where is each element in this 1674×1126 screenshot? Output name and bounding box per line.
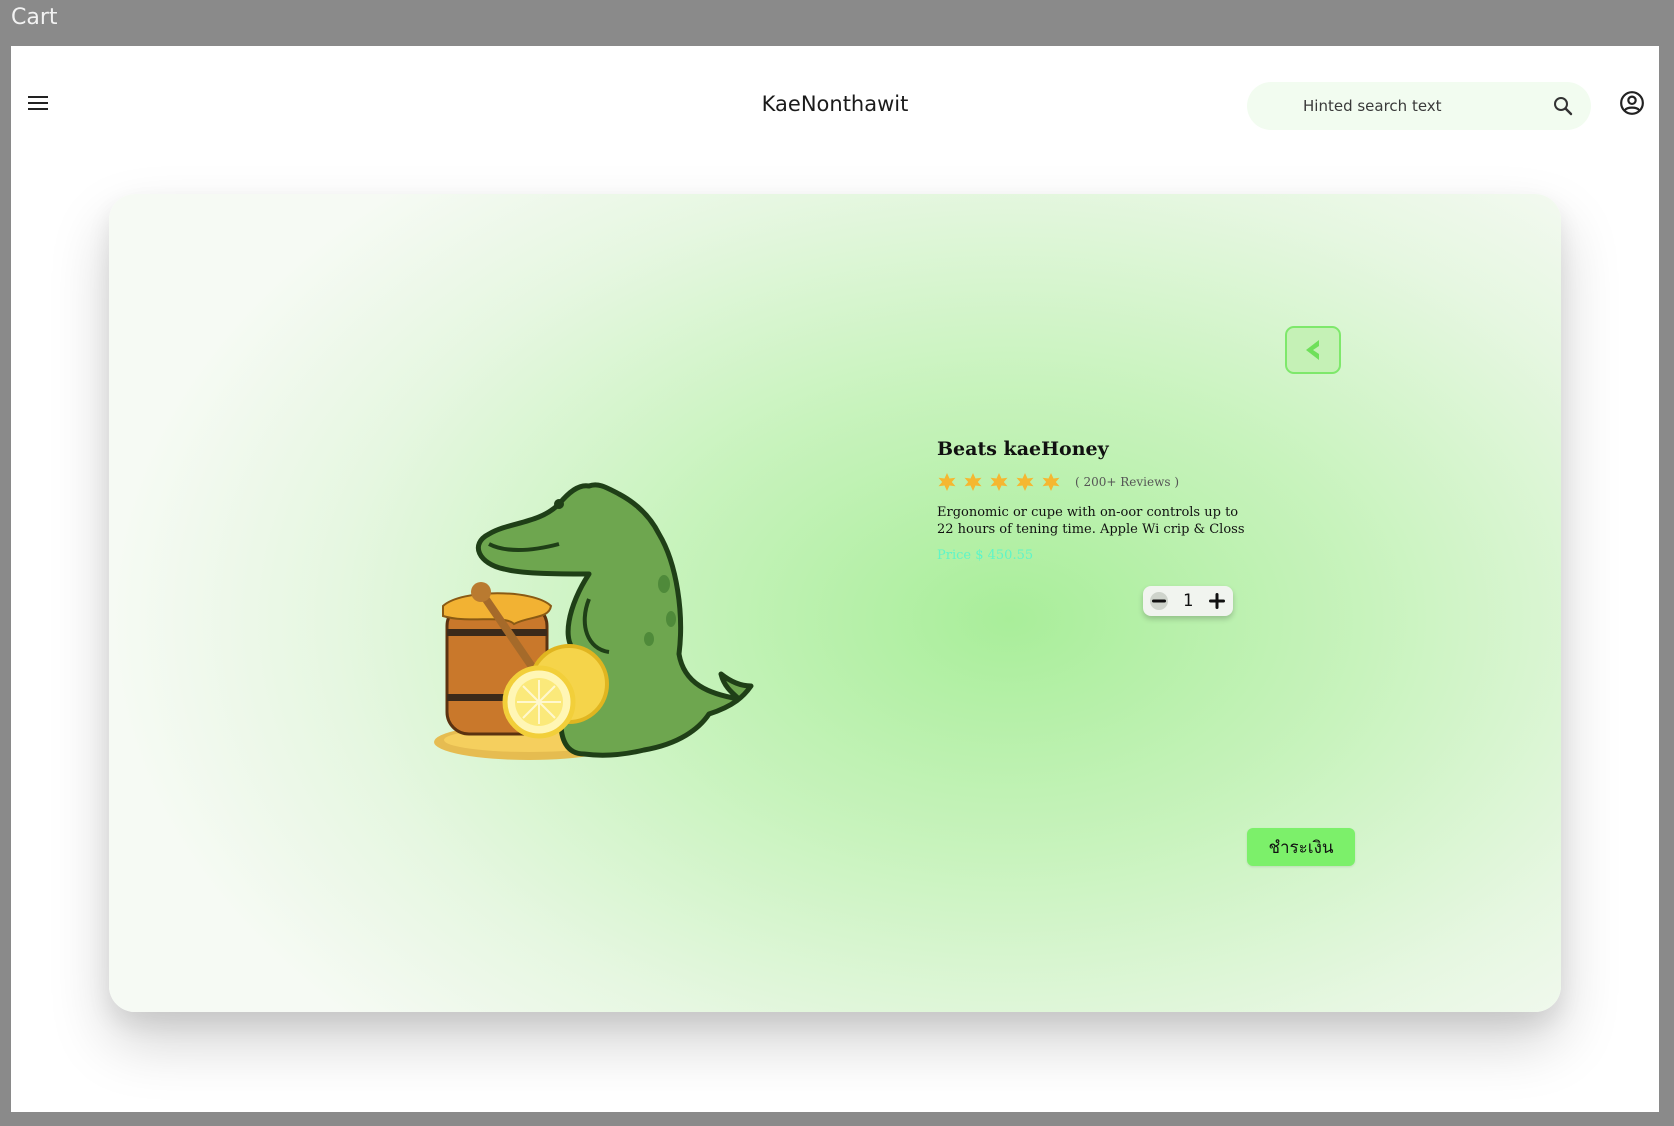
increment-button[interactable] bbox=[1207, 591, 1227, 611]
chevron-left-icon bbox=[1306, 340, 1319, 360]
back-button[interactable] bbox=[1285, 326, 1341, 374]
window-title: Cart bbox=[11, 5, 58, 30]
star-icon bbox=[964, 473, 982, 491]
star-rating: ( 200+ Reviews ) bbox=[937, 472, 1179, 492]
quantity-stepper: 1 bbox=[1143, 586, 1233, 616]
star-icon bbox=[990, 473, 1008, 491]
star-icon bbox=[938, 473, 956, 491]
product-image bbox=[434, 482, 754, 760]
top-app-bar: KaeNonthawit bbox=[11, 46, 1659, 161]
product-description: Ergonomic or cupe with on-oor controls u… bbox=[937, 505, 1245, 537]
product-name: Beats kaeHoney bbox=[937, 438, 1109, 460]
quantity-value: 1 bbox=[1182, 591, 1194, 611]
pay-button[interactable]: ชำระเงิน bbox=[1247, 828, 1355, 866]
star-icon bbox=[1016, 473, 1034, 491]
product-price: Price $ 450.55 bbox=[937, 548, 1034, 563]
star-icon bbox=[1042, 473, 1060, 491]
minus-icon bbox=[1150, 592, 1168, 610]
decrement-button[interactable] bbox=[1149, 591, 1169, 611]
search-icon[interactable] bbox=[1551, 94, 1575, 118]
plus-icon bbox=[1209, 593, 1225, 609]
review-count: ( 200+ Reviews ) bbox=[1075, 475, 1180, 489]
search-input[interactable] bbox=[1301, 96, 1545, 116]
account-circle-icon[interactable] bbox=[1619, 90, 1645, 116]
cart-card: Beats kaeHoney ( 200+ Reviews ) Ergonomi… bbox=[109, 194, 1561, 1012]
app-frame: KaeNonthawit Hinted search text Beats ka… bbox=[11, 46, 1659, 1112]
search-bar bbox=[1247, 82, 1591, 130]
